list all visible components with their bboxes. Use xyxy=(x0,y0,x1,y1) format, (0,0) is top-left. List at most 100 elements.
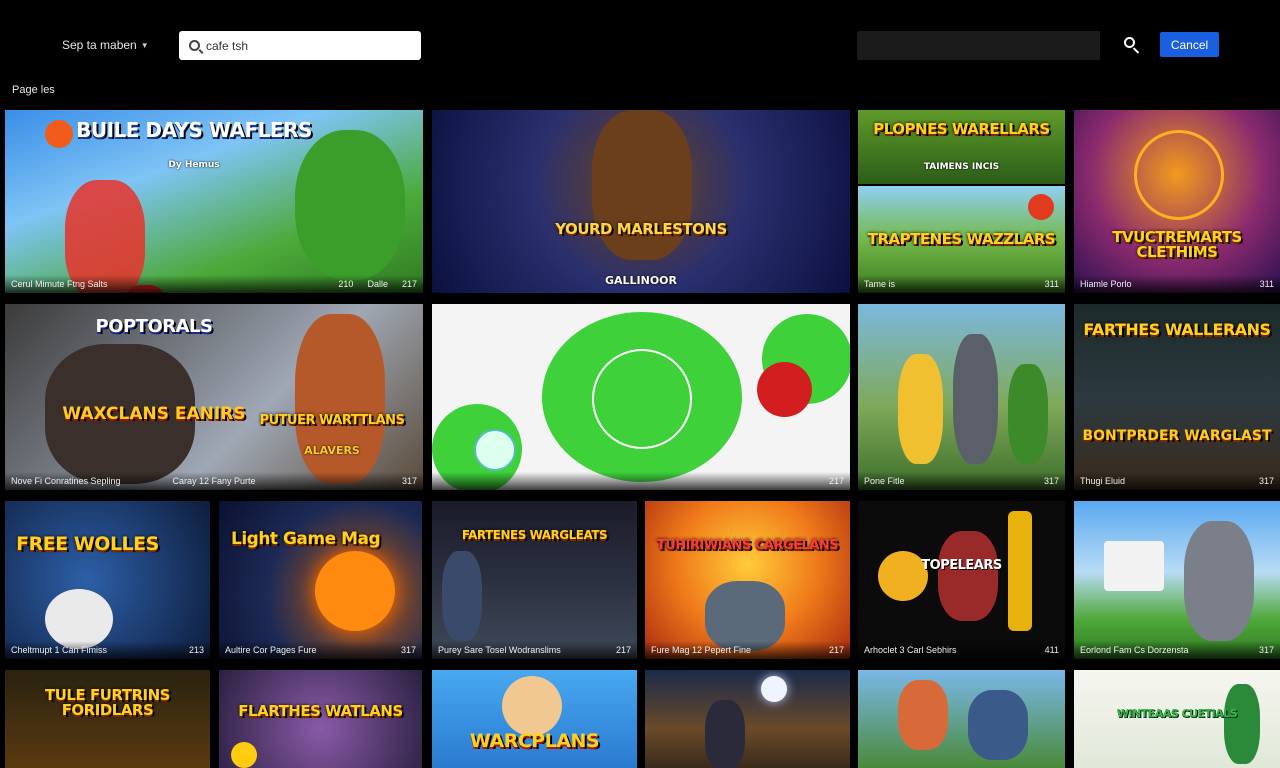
tile-subtitle: TAIMENS INCIS xyxy=(923,162,1000,172)
game-tile[interactable]: FARTHES WALLERANS BONTPRDER WARGLAST Thu… xyxy=(1074,304,1280,490)
tile-title: TRAPTENES WAZZLARS xyxy=(867,230,1056,248)
ball-decoration xyxy=(1028,194,1054,220)
tile-title: FLARTHES WATLANS xyxy=(238,702,403,720)
search-box[interactable] xyxy=(179,31,421,60)
tile-caption-number: 217 xyxy=(828,645,844,655)
tile-title: TULE FURTRINS FORIDLARS xyxy=(45,686,170,719)
game-tile[interactable]: 217 xyxy=(432,304,850,490)
tile-title: FARTENES WARGLEATS xyxy=(461,528,608,542)
game-tile[interactable]: TVUCTREMARTS CLETHIMS Hiamle Porlo 311 xyxy=(1074,110,1280,293)
character-decoration xyxy=(898,354,943,464)
tile-subtitle: GALLINOOR xyxy=(604,274,678,287)
tile-caption-count: 210 xyxy=(338,279,354,289)
tile-caption-tag: Dalle xyxy=(367,279,388,289)
game-tile[interactable]: TUHIRIWIANS CARGELANS Fure Mag 12 Pepert… xyxy=(645,501,850,659)
tile-caption-text: Eorlond Fam Cs Dorzensta xyxy=(1080,645,1189,655)
game-tile[interactable]: BUILE DAYS WAFLERS Dy Hemus Cerul Mimute… xyxy=(5,110,423,293)
tile-caption-number: 217 xyxy=(828,476,844,486)
tile-caption-text: Cheltmupt 1 Can Fimiss xyxy=(11,645,108,655)
tile-caption-number: 411 xyxy=(1044,645,1059,655)
tile-title: BUILE DAYS WAFLERS xyxy=(76,118,312,142)
tile-caption: Cerul Mimute Ftng Salts 210 Dalle 217 xyxy=(5,275,423,293)
tile-caption-text: Cerul Mimute Ftng Salts xyxy=(11,279,108,289)
tile-title: TOPELEARS xyxy=(921,558,1002,573)
game-tile[interactable]: TULE FURTRINS FORIDLARS xyxy=(5,670,210,768)
secondary-search-field[interactable] xyxy=(857,31,1100,60)
tile-subtitle: BONTPRDER WARGLAST xyxy=(1082,428,1272,444)
tile-caption-text: Pone Fitle xyxy=(864,476,905,486)
game-tile[interactable]: Eorlond Fam Cs Dorzensta 317 xyxy=(1074,501,1280,659)
ball-decoration xyxy=(474,429,516,471)
building-decoration xyxy=(1104,541,1164,591)
tile-title: WARCPLANS xyxy=(469,730,600,752)
knight-decoration xyxy=(442,551,482,641)
section-title: Page les xyxy=(12,84,55,96)
tile-caption-number: 311 xyxy=(1044,279,1059,289)
hero-decoration xyxy=(502,676,562,736)
moon-decoration xyxy=(761,676,787,702)
tile-caption-text: Hiamle Porlo xyxy=(1080,279,1132,289)
tile-caption: Aultire Cor Pages Fure 317 xyxy=(219,641,422,659)
tile-caption: Purey Sare Tosel Wodranslims 217 xyxy=(432,641,637,659)
tile-title: Light Game Mag xyxy=(231,529,381,549)
knight-decoration xyxy=(1184,521,1254,641)
game-tile[interactable]: Light Game Mag Aultire Cor Pages Fure 31… xyxy=(219,501,422,659)
tile-caption-number: 317 xyxy=(1043,476,1059,486)
nav-dropdown[interactable]: Sep ta maben ▼ xyxy=(62,38,149,52)
game-tile[interactable]: TOPELEARS Arhoclet 3 Carl Sebhirs 411 xyxy=(858,501,1065,659)
tile-caption-text: Aultire Cor Pages Fure xyxy=(225,645,317,655)
character-decoration xyxy=(968,690,1028,760)
game-tile[interactable]: WINTEAAS CUETIALS xyxy=(1074,670,1280,768)
tile-title: FREE WOLLES xyxy=(16,533,159,555)
tile-subtitle: Dy Hemus xyxy=(168,160,220,170)
tile-caption-number: 317 xyxy=(401,476,417,486)
tile-caption-text: Thugi Eluid xyxy=(1080,476,1126,486)
character-decoration xyxy=(953,334,998,464)
tile-title: PUTUER WARTTLANS xyxy=(259,413,405,428)
hero-decoration xyxy=(295,314,385,484)
game-tile[interactable] xyxy=(858,670,1065,768)
search-input[interactable] xyxy=(206,38,406,53)
character-decoration xyxy=(898,680,948,750)
tile-caption-number: 217 xyxy=(615,645,631,655)
tile-caption-number: 213 xyxy=(188,645,204,655)
fire-decoration xyxy=(315,551,395,631)
game-tile[interactable]: Pone Fitle 317 xyxy=(858,304,1065,490)
tile-caption: 217 xyxy=(432,472,850,490)
game-tile[interactable]: YOURD MARLESTONS GALLINOOR xyxy=(432,110,850,293)
game-tile[interactable]: PLOPNES WARELLARS TAIMENS INCIS xyxy=(858,110,1065,184)
board-circle-decoration xyxy=(592,349,692,449)
cancel-button[interactable]: Cancel xyxy=(1160,32,1219,57)
search-icon[interactable] xyxy=(1122,35,1142,55)
tile-caption-number: 217 xyxy=(401,279,417,289)
character-decoration xyxy=(1008,364,1048,464)
emblem-decoration xyxy=(1134,130,1224,220)
tile-title: PLOPNES WARELLARS xyxy=(873,120,1050,138)
game-tile[interactable]: TRAPTENES WAZZLARS Tame is 311 xyxy=(858,186,1065,293)
monster-decoration xyxy=(295,130,405,280)
tile-caption: Hiamle Porlo 311 xyxy=(1074,275,1280,293)
tile-title: WINTEAAS CUETIALS xyxy=(1116,707,1238,720)
game-tile[interactable]: FARTENES WARGLEATS Purey Sare Tosel Wodr… xyxy=(432,501,637,659)
tile-title: POPTORALS xyxy=(95,316,214,337)
tile-caption: Eorlond Fam Cs Dorzensta 317 xyxy=(1074,641,1280,659)
tile-caption-text: Fure Mag 12 Pepert Fine xyxy=(651,645,752,655)
character-decoration xyxy=(1224,684,1260,764)
ball-decoration xyxy=(757,362,812,417)
tile-caption-text: Purey Sare Tosel Wodranslims xyxy=(438,645,561,655)
tile-caption-text: Tame is xyxy=(864,279,896,289)
chevron-down-icon: ▼ xyxy=(140,40,149,50)
tile-title: YOURD MARLESTONS xyxy=(555,220,727,238)
game-tile[interactable]: WARCPLANS xyxy=(432,670,637,768)
game-tile[interactable]: FLARTHES WATLANS xyxy=(219,670,422,768)
tile-caption: Cheltmupt 1 Can Fimiss 213 xyxy=(5,641,210,659)
tile-caption: Nove Fi Conratines Sepling Caray 12 Fany… xyxy=(5,472,423,490)
game-tile[interactable]: POPTORALS WAXCLANS EANIRS PUTUER WARTTLA… xyxy=(5,304,423,490)
character-decoration xyxy=(705,700,745,768)
game-tile[interactable]: FREE WOLLES Cheltmupt 1 Can Fimiss 213 xyxy=(5,501,210,659)
tile-title: FARTHES WALLERANS xyxy=(1083,320,1271,339)
game-tile[interactable] xyxy=(645,670,850,768)
tile-caption-number: 317 xyxy=(1258,476,1274,486)
nav-dropdown-label: Sep ta maben xyxy=(62,38,137,52)
tile-title: TVUCTREMARTS CLETHIMS xyxy=(1112,228,1242,261)
